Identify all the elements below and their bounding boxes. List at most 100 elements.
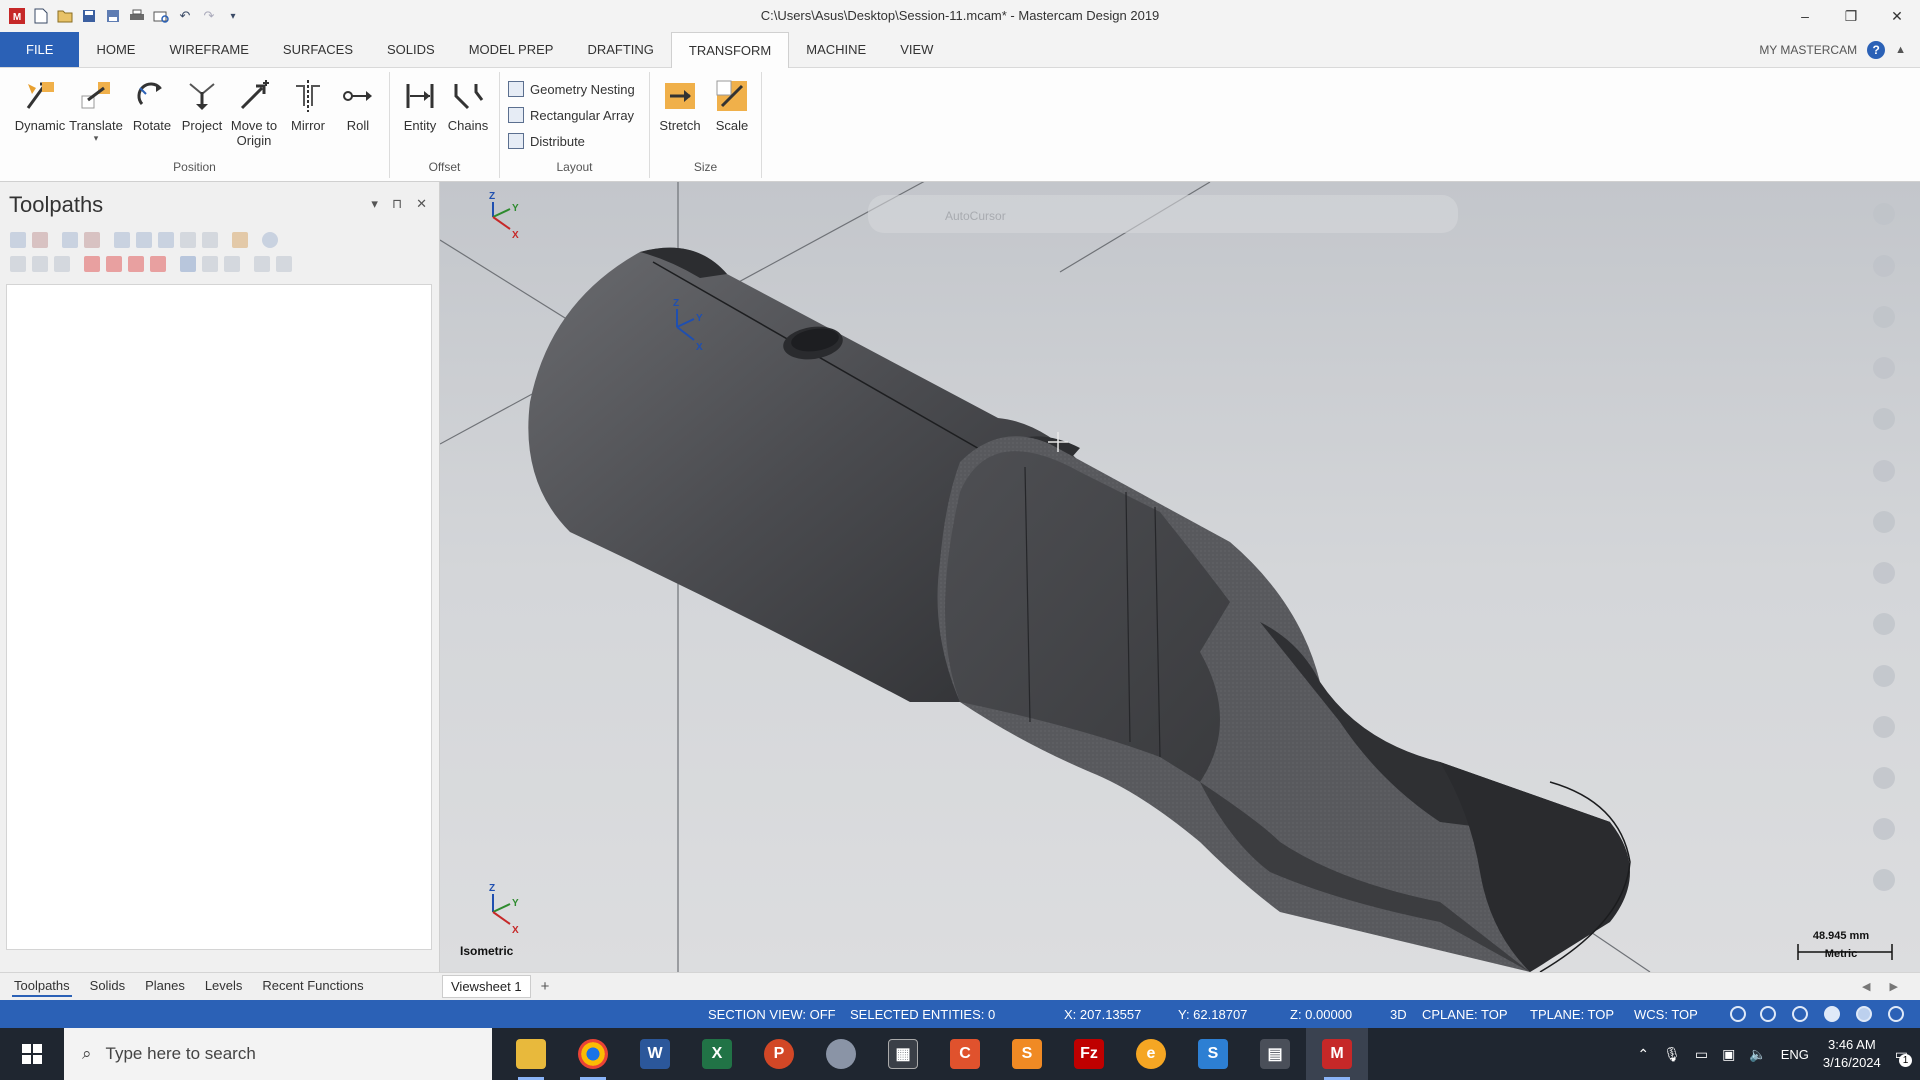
game-app[interactable] [810,1028,872,1080]
tab-machine[interactable]: MACHINE [789,32,883,67]
mode-3d-toggle[interactable]: 3D [1390,1007,1407,1022]
bottom-tab-toolpaths[interactable]: Toolpaths [12,976,72,997]
tab-wireframe[interactable]: WIREFRAME [152,32,265,67]
hidden-line-icon[interactable] [1792,1006,1808,1022]
insert-arrow-icon[interactable] [128,256,144,272]
chains-button[interactable]: Chains [442,76,494,133]
viewsheet-scroll-arrows[interactable]: ◀ ▶ [1862,980,1920,993]
quick-mask-faces-icon[interactable] [1873,562,1895,584]
save-as-icon[interactable] [104,7,122,25]
tray-overflow-icon[interactable]: ⌃ [1637,1046,1649,1063]
high-speed-icon[interactable] [202,232,218,248]
settings-icon[interactable] [276,256,292,272]
verify-icon[interactable] [136,232,152,248]
scale-button[interactable]: Scale [706,76,758,133]
toolpath-options-icon[interactable] [224,256,240,272]
tab-solids[interactable]: SOLIDS [370,32,452,67]
quick-mask-levels-icon[interactable] [1873,716,1895,738]
backplot-icon[interactable] [114,232,130,248]
open-icon[interactable] [56,7,74,25]
display-toolpath-icon[interactable] [202,256,218,272]
mirror-button[interactable]: Mirror [282,76,334,133]
project-button[interactable]: Project [176,76,228,133]
dynamic-button[interactable]: Dynamic [14,76,66,133]
tplane-status[interactable]: TPLANE: TOP [1530,1007,1614,1022]
snagit-app[interactable]: S [996,1028,1058,1080]
save-icon[interactable] [80,7,98,25]
network-icon[interactable]: ▣ [1722,1046,1735,1063]
roll-button[interactable]: Roll [332,76,384,133]
word-app[interactable]: W [624,1028,686,1080]
wcs-status[interactable]: WCS: TOP [1634,1007,1698,1022]
store-app[interactable]: S [1182,1028,1244,1080]
translucency-icon[interactable] [1888,1006,1904,1022]
quick-mask-meshes-icon[interactable] [1873,613,1895,635]
mastercam-logo-icon[interactable]: M [8,7,26,25]
quick-mask-all-icon[interactable] [1873,203,1895,225]
collapse-ribbon-icon[interactable]: ▲ [1895,44,1906,56]
add-viewsheet-button[interactable]: + [541,978,550,995]
panel-dropdown-icon[interactable]: ▾ [371,196,378,212]
new-file-icon[interactable] [32,7,50,25]
mastercam-app[interactable]: M [1306,1028,1368,1080]
viewsheet-tab[interactable]: Viewsheet 1 [442,975,531,998]
print-icon[interactable] [128,7,146,25]
toggle-display-icon[interactable] [32,256,48,272]
panel-close-icon[interactable]: ✕ [416,196,427,212]
tab-file[interactable]: FILE [0,32,80,67]
camtasia-app[interactable]: C [934,1028,996,1080]
filter-icon[interactable] [254,256,270,272]
stretch-button[interactable]: Stretch [654,76,706,133]
help-icon[interactable]: ? [1867,40,1886,59]
toolpaths-help-icon[interactable] [262,232,278,248]
my-mastercam-link[interactable]: MY MASTERCAM [1759,43,1857,57]
toggle-post-icon[interactable] [54,256,70,272]
move-up-icon[interactable] [106,256,122,272]
cplane-status[interactable]: CPLANE: TOP [1422,1007,1508,1022]
solid-model[interactable] [528,247,1631,972]
clock[interactable]: 3:46 AM 3/16/2024 [1823,1036,1881,1072]
simulate-icon[interactable] [158,232,174,248]
display-selected-icon[interactable] [180,256,196,272]
quick-mask-arcs-icon[interactable] [1873,306,1895,328]
move-to-origin-button[interactable]: Move to Origin [228,76,280,148]
entity-button[interactable]: Entity [394,76,446,133]
section-view-status[interactable]: SECTION VIEW: OFF [708,1007,836,1022]
bottom-tab-levels[interactable]: Levels [203,976,245,997]
shaded-display-icon[interactable] [1824,1006,1840,1022]
panel-pin-icon[interactable]: ⊓ [392,196,402,212]
battery-icon[interactable]: ▭ [1695,1046,1708,1063]
tab-transform[interactable]: TRANSFORM [670,32,790,68]
undo-icon[interactable]: ↶ [176,7,194,25]
quick-mask-solids-icon[interactable] [1873,511,1895,533]
move-down-icon[interactable] [84,256,100,272]
rectangular-array-button[interactable]: Rectangular Array [508,104,634,126]
tab-surfaces[interactable]: SURFACES [266,32,370,67]
notifications-icon[interactable]: ▭ 1 [1895,1046,1912,1067]
bottom-tab-recent-functions[interactable]: Recent Functions [260,976,365,997]
toolpaths-tree[interactable] [6,284,432,950]
start-button[interactable] [0,1028,64,1080]
quick-mask-surfaces-icon[interactable] [1873,408,1895,430]
customize-chevron-icon[interactable]: ▾ [224,7,242,25]
geometry-nesting-button[interactable]: Geometry Nesting [508,78,635,100]
quick-mask-colors-icon[interactable] [1873,665,1895,687]
volume-icon[interactable]: 🔈 [1749,1046,1766,1063]
minimize-button[interactable]: – [1782,0,1828,32]
wireframe-display-icon[interactable] [1760,1006,1776,1022]
regenerate-dirty-icon[interactable] [84,232,100,248]
select-all-ops-icon[interactable] [10,232,26,248]
language-indicator[interactable]: ENG [1781,1047,1809,1062]
tab-model-prep[interactable]: MODEL PREP [452,32,571,67]
file-explorer-app[interactable] [500,1028,562,1080]
quick-mask-wireframe-icon[interactable] [1873,869,1895,891]
close-button[interactable]: ✕ [1874,0,1920,32]
translate-dropdown-icon[interactable]: ▾ [94,133,99,144]
microphone-icon[interactable]: 🎙 [1663,1046,1681,1063]
distribute-button[interactable]: Distribute [508,130,585,152]
bottom-tab-solids[interactable]: Solids [88,976,127,997]
video-editor-app[interactable]: ▤ [1244,1028,1306,1080]
filezilla-app[interactable]: Fz [1058,1028,1120,1080]
taskbar-search[interactable]: ⌕ Type here to search [64,1028,492,1080]
lock-icon[interactable] [10,256,26,272]
